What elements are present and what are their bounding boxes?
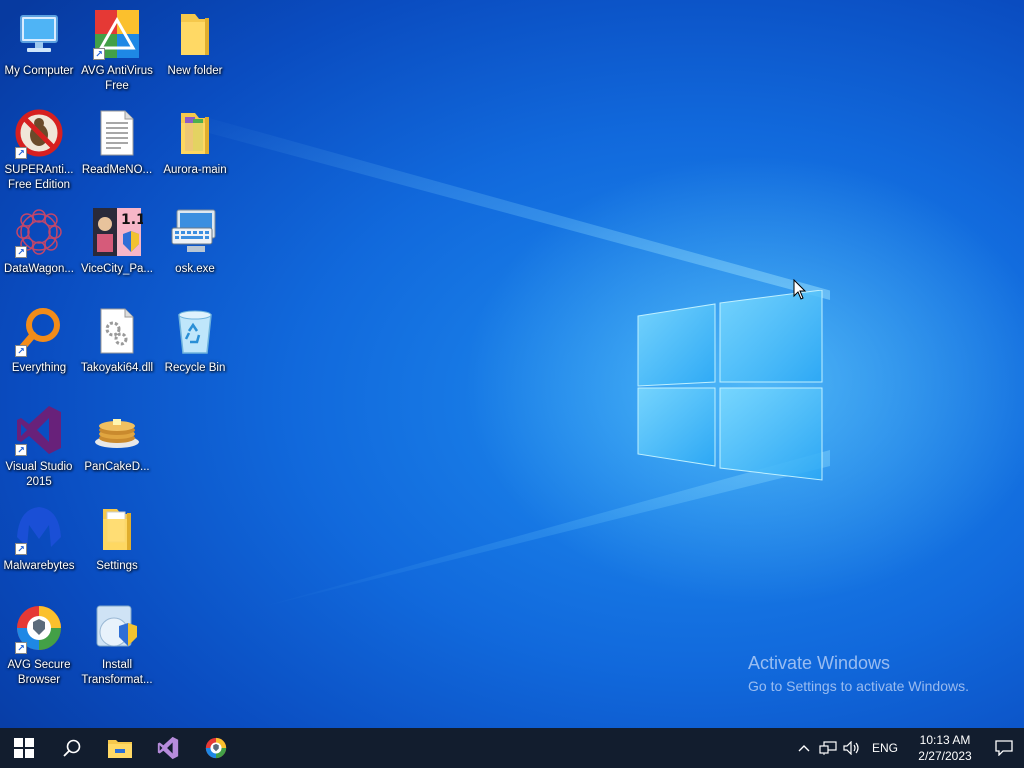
desktop-icon-everything[interactable]: ↗ Everything <box>0 301 78 397</box>
desktop-icon-avg-antivirus[interactable]: ↗ AVG AntiVirus Free <box>78 4 156 100</box>
taskbar: ENG 10:13 AM 2/27/2023 <box>0 728 1024 768</box>
mouse-cursor-icon <box>793 279 807 300</box>
shortcut-arrow-icon: ↗ <box>15 345 27 357</box>
avg-browser-icon: ↗ <box>13 602 65 654</box>
desktop-icon-malwarebytes[interactable]: ↗ Malwarebytes <box>0 499 78 595</box>
shortcut-arrow-icon: ↗ <box>15 543 27 555</box>
activate-windows-watermark: Activate Windows Go to Settings to activ… <box>748 652 969 696</box>
activate-windows-subtitle: Go to Settings to activate Windows. <box>748 678 969 694</box>
start-icon <box>14 738 34 758</box>
desktop-icon-datawagon[interactable]: ↗ DataWagon... <box>0 202 78 298</box>
desktop-icon-readme[interactable]: ReadMeNO... <box>78 103 156 199</box>
folder-icon <box>169 8 221 60</box>
shortcut-arrow-icon: ↗ <box>15 147 27 159</box>
action-center-button[interactable] <box>984 728 1024 768</box>
installer-icon <box>91 602 143 654</box>
folder-icon <box>91 503 143 555</box>
show-hidden-icons-button[interactable] <box>792 728 816 768</box>
file-explorer-icon <box>108 740 132 758</box>
network-icon <box>819 741 837 755</box>
desktop-icon-recycle-bin[interactable]: Recycle Bin <box>156 301 234 397</box>
volume-button[interactable] <box>840 728 864 768</box>
input-language-indicator[interactable]: ENG <box>864 741 906 755</box>
vicecity-icon: 1.1 <box>91 206 143 258</box>
taskbar-file-explorer[interactable] <box>96 728 144 768</box>
svg-text:1.1: 1.1 <box>121 212 143 228</box>
activate-windows-title: Activate Windows <box>748 653 891 673</box>
avg-antivirus-icon: ↗ <box>91 8 143 60</box>
windows-logo-wallpaper <box>637 290 823 481</box>
dll-file-icon <box>91 305 143 357</box>
malwarebytes-icon: ↗ <box>13 503 65 555</box>
avg-browser-icon <box>205 737 227 759</box>
desktop-icon-install-transformat[interactable]: Install Transformat... <box>78 598 156 694</box>
recycle-bin-icon <box>169 305 221 357</box>
everything-search-icon: ↗ <box>13 305 65 357</box>
desktop-icon-aurora-main[interactable]: Aurora-main <box>156 103 234 199</box>
text-file-icon <box>91 107 143 159</box>
desktop-icon-visual-studio[interactable]: ↗ Visual Studio 2015 <box>0 400 78 496</box>
shortcut-arrow-icon: ↗ <box>93 48 105 60</box>
desktop-icon-my-computer[interactable]: My Computer <box>0 4 78 100</box>
speaker-icon <box>843 741 859 755</box>
desktop-icon-pancake[interactable]: PanCakeD... <box>78 400 156 496</box>
desktop-icon-osk[interactable]: osk.exe <box>156 202 234 298</box>
clock-date: 2/27/2023 <box>918 749 972 763</box>
wallpaper-light-beam <box>180 110 830 300</box>
desktop-icon-vicecity[interactable]: 1.1 ViceCity_Pa... <box>78 202 156 298</box>
desktop-icon-superantispyware[interactable]: ↗ SUPERAnti... Free Edition <box>0 103 78 199</box>
superantispyware-icon: ↗ <box>13 107 65 159</box>
desktop-icon-avg-secure-browser[interactable]: ↗ AVG Secure Browser <box>0 598 78 694</box>
taskbar-avg-browser[interactable] <box>192 728 240 768</box>
visual-studio-icon <box>157 736 179 760</box>
shortcut-arrow-icon: ↗ <box>15 246 27 258</box>
desktop[interactable]: My Computer ↗ AVG AntiVirus Free New fol… <box>0 0 1024 728</box>
datawagon-icon: ↗ <box>13 206 65 258</box>
pancake-icon <box>91 404 143 456</box>
visual-studio-icon: ↗ <box>13 404 65 456</box>
desktop-icon-settings-folder[interactable]: Settings <box>78 499 156 595</box>
chevron-up-icon <box>798 745 810 752</box>
network-button[interactable] <box>816 728 840 768</box>
folder-icon <box>169 107 221 159</box>
shortcut-arrow-icon: ↗ <box>15 642 27 654</box>
start-button[interactable] <box>0 728 48 768</box>
shortcut-arrow-icon: ↗ <box>15 444 27 456</box>
notification-icon <box>995 740 1013 756</box>
computer-icon <box>13 8 65 60</box>
keyboard-icon <box>169 206 221 258</box>
system-tray: ENG 10:13 AM 2/27/2023 <box>792 728 1024 768</box>
desktop-icon-new-folder[interactable]: New folder <box>156 4 234 100</box>
desktop-icon-takoyaki-dll[interactable]: Takoyaki64.dll <box>78 301 156 397</box>
search-button[interactable] <box>48 728 96 768</box>
clock-time: 10:13 AM <box>919 733 971 747</box>
taskbar-visual-studio[interactable] <box>144 728 192 768</box>
search-icon <box>63 739 81 757</box>
clock[interactable]: 10:13 AM 2/27/2023 <box>914 732 976 764</box>
